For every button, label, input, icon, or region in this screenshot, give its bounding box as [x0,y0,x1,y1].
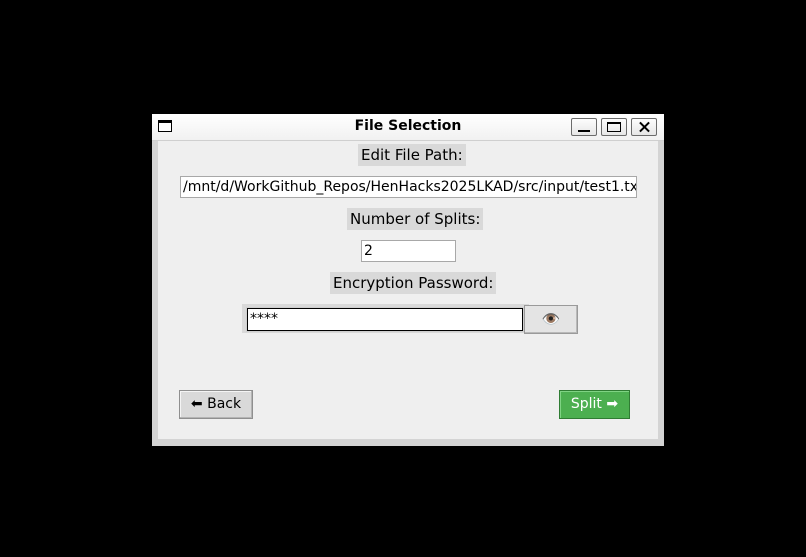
password-label: Encryption Password: [330,272,497,294]
content-area: Edit File Path: /mnt/d/WorkGithub_Repos/… [158,141,658,439]
splits-input[interactable]: 2 [361,240,456,262]
file-path-input[interactable]: /mnt/d/WorkGithub_Repos/HenHacks2025LKAD… [180,176,637,198]
file-path-label: Edit File Path: [358,144,466,166]
password-input[interactable]: **** [246,307,524,332]
file-selection-window: File Selection Edit File Path: /mnt/d/Wo… [152,114,664,446]
show-password-button[interactable]: 👁️ [524,305,578,334]
back-button[interactable]: ⬅ Back [179,390,253,419]
close-button[interactable] [631,118,657,136]
split-button[interactable]: Split ➡ [559,390,630,419]
password-frame: **** [242,304,529,333]
splits-label: Number of Splits: [347,208,484,230]
minimize-button[interactable] [571,118,597,136]
maximize-button[interactable] [601,118,627,136]
eye-icon: 👁️ [541,310,561,328]
title-bar[interactable]: File Selection [152,114,664,141]
